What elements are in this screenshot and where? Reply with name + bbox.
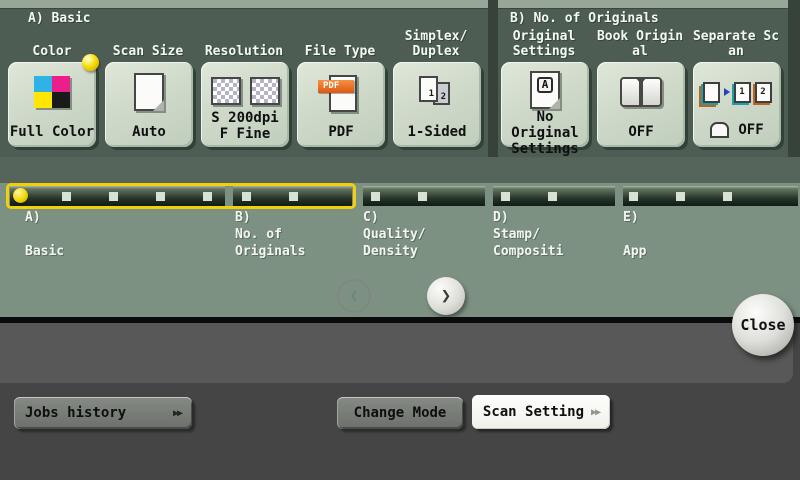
scanner-settings-screen: A) Basic B) No. of Originals Color Scan … bbox=[0, 0, 800, 480]
book-original-value: OFF bbox=[628, 124, 653, 140]
settings-panel-zone: A) Basic B) No. of Originals Color Scan … bbox=[0, 0, 800, 157]
message-area-panel bbox=[0, 323, 793, 383]
duplex-label: Simplex/ Duplex bbox=[388, 25, 484, 59]
panel-top-strip bbox=[0, 0, 488, 9]
duplex-pages-icon: 2 1 bbox=[418, 75, 456, 109]
tab-bar-basic[interactable] bbox=[10, 186, 225, 206]
tab-bar-stamp[interactable] bbox=[493, 186, 615, 206]
platen-cover-icon bbox=[710, 122, 729, 138]
color-button[interactable]: Full Color bbox=[8, 62, 96, 147]
tab-label-basic[interactable]: A) Basic bbox=[25, 209, 64, 260]
open-book-icon bbox=[620, 77, 662, 107]
scan-setting-label: Scan Setting bbox=[483, 404, 584, 420]
scan-size-button[interactable]: Auto bbox=[105, 62, 193, 147]
file-type-button[interactable]: PDF PDF bbox=[297, 62, 385, 147]
resolution-label: Resolution bbox=[196, 25, 292, 59]
pdf-badge: PDF bbox=[318, 80, 354, 93]
duplex-button[interactable]: 2 1 1-Sided bbox=[393, 62, 481, 147]
tab-label-originals[interactable]: B) No. of Originals bbox=[235, 209, 305, 260]
tab-bar-app[interactable] bbox=[623, 186, 798, 206]
jobs-history-label: Jobs history bbox=[25, 405, 126, 421]
original-document-icon: A bbox=[530, 71, 560, 109]
separate-scan-button[interactable]: 1 2 OFF bbox=[693, 62, 781, 147]
current-position-dot bbox=[13, 188, 28, 203]
section-a-title: A) Basic bbox=[28, 11, 91, 26]
separate-scan-label: Separate Sc an bbox=[688, 25, 784, 59]
book-original-label: Book Origin al bbox=[592, 25, 688, 59]
paper-icon bbox=[134, 73, 164, 111]
pdf-file-icon: PDF bbox=[323, 74, 359, 110]
tab-bar-quality[interactable] bbox=[363, 186, 485, 206]
duplex-value: 1-Sided bbox=[407, 124, 466, 140]
double-arrow-icon: ▶▶ bbox=[591, 407, 599, 418]
resolution-value: S 200dpi F Fine bbox=[211, 110, 278, 142]
color-label: Color bbox=[4, 25, 100, 59]
page-next-button[interactable]: ❯ bbox=[427, 277, 465, 315]
file-type-value: PDF bbox=[328, 124, 353, 140]
original-settings-value: No Original Settings bbox=[501, 109, 589, 157]
page-prev-button-disabled: ❮ bbox=[337, 279, 371, 313]
panel-top-strip bbox=[498, 0, 788, 9]
file-type-label: File Type bbox=[292, 25, 388, 59]
double-arrow-icon: ▶▶ bbox=[173, 408, 181, 419]
scan-setting-button[interactable]: Scan Setting ▶▶ bbox=[472, 395, 610, 429]
selected-indicator-ball bbox=[82, 54, 99, 71]
change-mode-label: Change Mode bbox=[354, 405, 447, 421]
tab-label-app[interactable]: E) App bbox=[623, 209, 646, 260]
arrow-right-icon bbox=[724, 88, 730, 96]
separate-scan-value: OFF bbox=[738, 122, 763, 138]
change-mode-button[interactable]: Change Mode bbox=[337, 397, 463, 429]
resolution-button[interactable]: S 200dpi F Fine bbox=[201, 62, 289, 147]
tab-label-stamp[interactable]: D) Stamp/ Compositi bbox=[493, 209, 563, 260]
resolution-checker-icons bbox=[211, 77, 280, 105]
tab-strip-zone: A) Basic B) No. of Originals C) Quality/… bbox=[0, 183, 800, 317]
close-button[interactable]: Close bbox=[732, 294, 794, 356]
scan-size-label: Scan Size bbox=[100, 25, 196, 59]
checkerboard-icon bbox=[211, 77, 241, 105]
checkerboard-icon bbox=[250, 77, 280, 105]
scan-size-value: Auto bbox=[132, 124, 166, 140]
section-b-title: B) No. of Originals bbox=[510, 11, 659, 26]
book-original-button[interactable]: OFF bbox=[597, 62, 685, 147]
color-value: Full Color bbox=[10, 124, 94, 140]
jobs-history-button[interactable]: Jobs history ▶▶ bbox=[14, 397, 192, 429]
tab-bar-originals[interactable] bbox=[233, 186, 352, 206]
original-settings-button[interactable]: A No Original Settings bbox=[501, 62, 589, 147]
tab-label-quality[interactable]: C) Quality/ Density bbox=[363, 209, 426, 260]
cmyk-color-icon bbox=[34, 76, 70, 108]
original-settings-label: Original Settings bbox=[496, 25, 592, 59]
separate-scan-pages-icon: 1 2 bbox=[703, 82, 772, 103]
scrollbar-band: < ||| > bbox=[0, 157, 800, 183]
